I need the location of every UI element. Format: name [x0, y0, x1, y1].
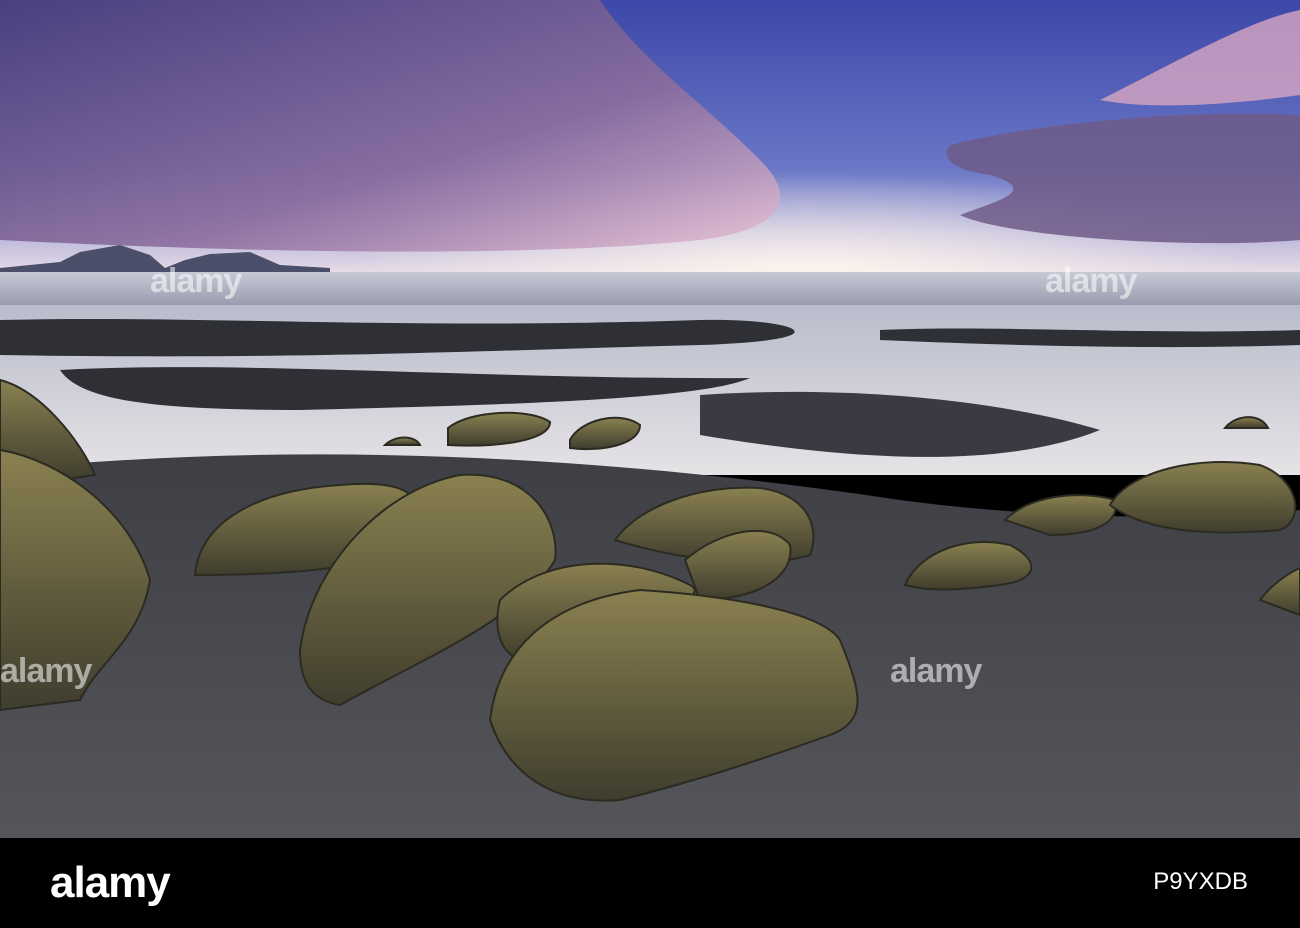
watermark-bar: alamy P9YXDB — [0, 838, 1300, 928]
watermark: alamy — [890, 652, 982, 690]
watermark: alamy — [0, 652, 92, 690]
image-id: P9YXDB — [1153, 868, 1248, 895]
watermark: alamy — [1045, 262, 1137, 300]
beach-landscape-photo — [0, 0, 1300, 838]
watermark: alamy — [150, 262, 242, 300]
alamy-logo: alamy — [50, 858, 171, 907]
